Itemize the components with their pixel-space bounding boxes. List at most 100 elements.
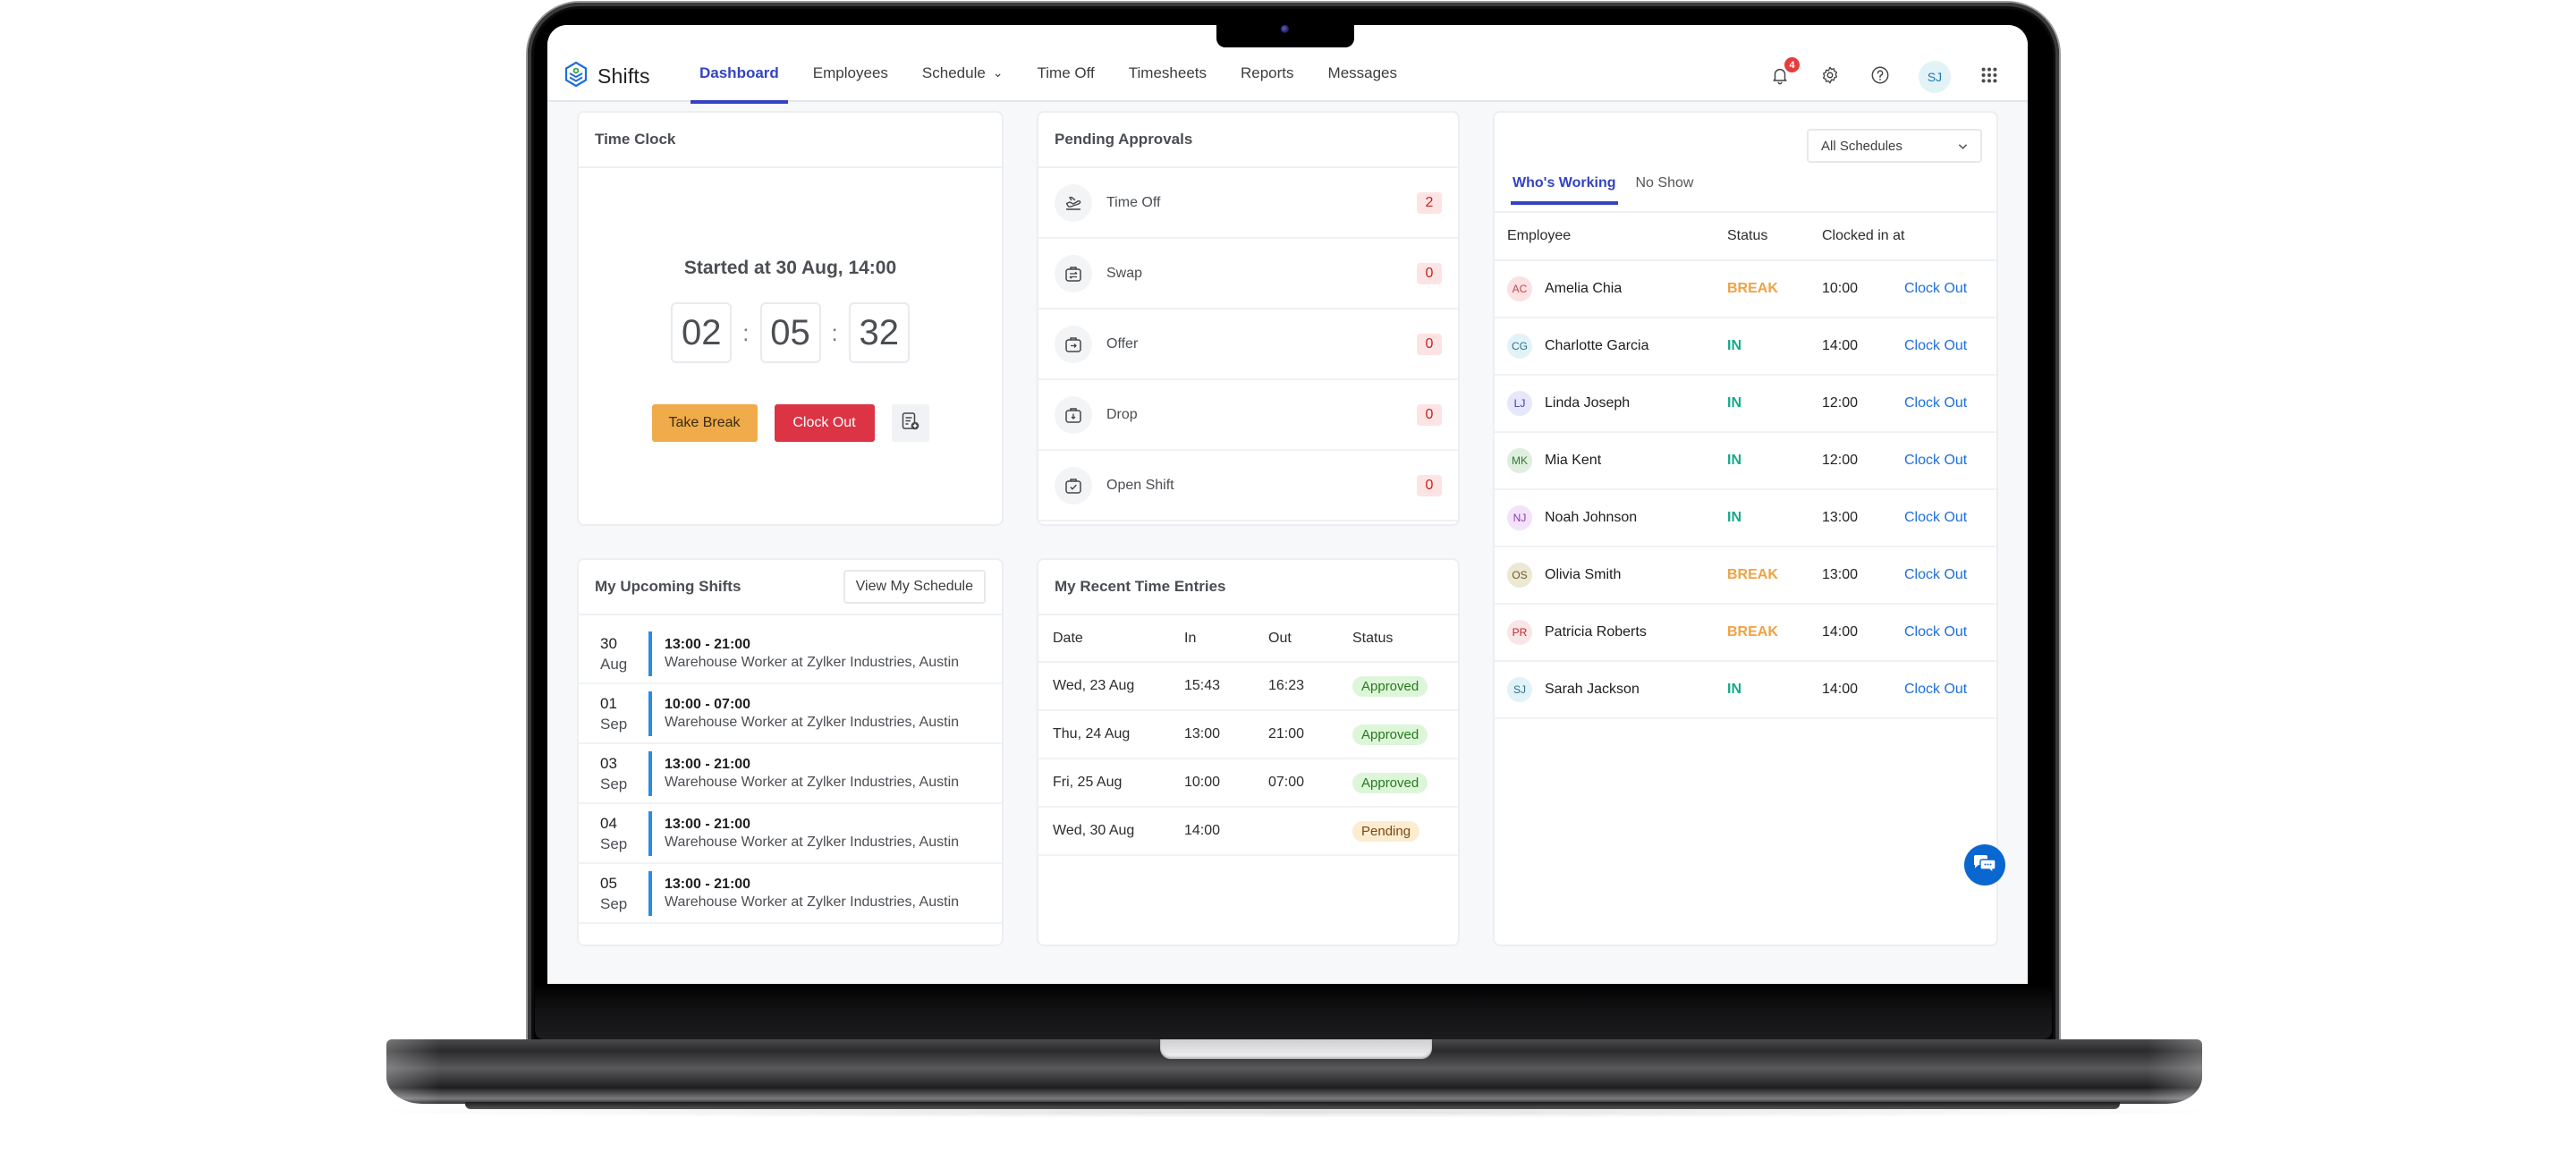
approval-item-drop[interactable]: Drop 0	[1038, 380, 1458, 451]
entry-status-cell: Approved	[1352, 758, 1458, 808]
view-my-schedule-button[interactable]: View My Schedule	[843, 570, 986, 604]
list-item[interactable]: 04 Sep 13:00 - 21:00 Warehouse Worker at Zy…	[579, 804, 1002, 864]
table-row[interactable]: Thu, 24 Aug 13:00 21:00 Approved	[1038, 710, 1458, 759]
table-body: Wed, 23 Aug 15:43 16:23 Approved Thu, 24 Aug…	[1038, 662, 1458, 856]
shift-color-bar	[648, 870, 652, 916]
employee-name: Olivia Smith	[1545, 567, 1622, 582]
table-row[interactable]: Wed, 30 Aug 14:00 Pending	[1038, 807, 1458, 856]
approval-count-badge: 0	[1417, 262, 1442, 284]
clock-out-link[interactable]: Clock Out	[1904, 395, 1996, 411]
laptop-base	[386, 1039, 2202, 1104]
employee-name: Charlotte Garcia	[1545, 338, 1649, 353]
column-header: Status	[1352, 615, 1458, 663]
timer-seconds: 32	[848, 302, 910, 363]
tab-schedule[interactable]: Schedule ⌄	[922, 25, 1004, 102]
status-text: BREAK	[1727, 624, 1778, 640]
open-shift-icon	[1055, 466, 1092, 504]
table-row: PR Patricia Roberts BREAK 14:00 Clock Out	[1495, 605, 1996, 662]
apps-button[interactable]	[1978, 65, 2001, 89]
employee-name: Amelia Chia	[1545, 281, 1623, 296]
gear-icon	[1820, 65, 1840, 89]
tab-timesheets[interactable]: Timesheets	[1129, 25, 1207, 102]
help-button[interactable]	[1868, 65, 1892, 89]
clock-out-link[interactable]: Clock Out	[1904, 567, 1996, 583]
list-item[interactable]: 01 Sep 10:00 - 07:00 Warehouse Worker at Zy…	[579, 684, 1002, 744]
tab-label: Timesheets	[1128, 64, 1207, 81]
card-title: Time Clock	[595, 131, 676, 148]
entry-in: 15:43	[1184, 662, 1268, 711]
column-header: Clocked in at	[1822, 228, 1905, 243]
list-item[interactable]: 30 Aug 13:00 - 21:00 Warehouse Worker at Zy…	[579, 624, 1002, 684]
clock-out-link[interactable]: Clock Out	[1904, 682, 1996, 698]
card-header: Pending Approvals	[1038, 113, 1458, 168]
tab-whos-working[interactable]: Who's Working	[1511, 175, 1617, 205]
clock-out-link[interactable]: Clock Out	[1904, 281, 1996, 297]
table-row[interactable]: Fri, 25 Aug 10:00 07:00 Approved	[1038, 758, 1458, 808]
avatar: PR	[1507, 620, 1532, 645]
pending-approvals-card: Pending Approvals Time Off 2 Swap 0 Offe…	[1037, 111, 1460, 526]
settings-button[interactable]	[1818, 65, 1842, 89]
nav-actions: 4 SJ	[1768, 57, 2001, 93]
table-row[interactable]: Wed, 23 Aug 15:43 16:23 Approved	[1038, 662, 1458, 711]
drop-icon	[1055, 395, 1092, 434]
shift-day: 04	[600, 814, 617, 832]
user-avatar[interactable]: SJ	[1919, 61, 1951, 93]
status-text: BREAK	[1727, 567, 1778, 582]
column-header: In	[1184, 615, 1268, 663]
table-row: MK Mia Kent IN 12:00 Clock Out	[1495, 433, 1996, 490]
add-note-button[interactable]	[891, 404, 929, 442]
status-text: IN	[1727, 395, 1741, 411]
clock-out-button[interactable]: Clock Out	[774, 404, 875, 442]
approval-item-open-shift[interactable]: Open Shift 0	[1038, 451, 1458, 521]
shift-day: 03	[600, 754, 617, 772]
approval-item-time-off[interactable]: Time Off 2	[1038, 168, 1458, 239]
table-header: Date In Out Status	[1038, 615, 1458, 663]
clocked-in-time: 12:00	[1822, 453, 1859, 468]
app-logo[interactable]: Shifts	[564, 61, 650, 92]
clock-out-link[interactable]: Clock Out	[1904, 510, 1996, 526]
shift-day: 01	[600, 694, 617, 712]
tab-label: Schedule	[921, 64, 986, 81]
elapsed-timer: 02 : 05 : 32	[579, 302, 1002, 363]
take-break-button[interactable]: Take Break	[651, 404, 758, 442]
shift-day: 30	[600, 634, 617, 652]
approval-item-offer[interactable]: Offer 0	[1038, 309, 1458, 380]
clock-out-link[interactable]: Clock Out	[1904, 453, 1996, 469]
shift-day: 05	[600, 874, 617, 892]
status-badge: Approved	[1352, 772, 1428, 793]
card-header: My Recent Time Entries	[1038, 560, 1458, 615]
column-header: Status	[1727, 228, 1768, 243]
note-add-icon	[900, 411, 921, 436]
chevron-down-icon	[1958, 139, 1968, 154]
notifications-button[interactable]: 4	[1768, 57, 1800, 89]
shift-color-bar	[648, 691, 652, 736]
tab-no-show[interactable]: No Show	[1636, 175, 1694, 204]
shift-date: 05 Sep	[600, 873, 648, 914]
tab-time-off[interactable]: Time Off	[1038, 25, 1095, 102]
clock-out-link[interactable]: Clock Out	[1904, 624, 1996, 640]
approval-item-swap[interactable]: Swap 0	[1038, 239, 1458, 309]
approval-count-badge: 2	[1417, 191, 1442, 214]
entry-date: Wed, 23 Aug	[1038, 662, 1184, 711]
time-entries-table: Date In Out Status Wed, 23 Aug 15:43 16:23…	[1038, 615, 1458, 856]
employee-cell: LJ Linda Joseph	[1495, 391, 1727, 416]
clock-out-link[interactable]: Clock Out	[1904, 338, 1996, 354]
shift-details: 13:00 - 21:00 Warehouse Worker at Zylker …	[665, 756, 959, 792]
list-item[interactable]: 03 Sep 13:00 - 21:00 Warehouse Worker at Zy…	[579, 744, 1002, 804]
recent-time-entries-card: My Recent Time Entries Date In Out Statu…	[1037, 558, 1460, 946]
schedule-filter-select[interactable]: All Schedules	[1807, 129, 1982, 163]
status-text: IN	[1727, 510, 1741, 525]
tab-dashboard[interactable]: Dashboard	[691, 25, 788, 104]
notification-count-badge: 4	[1784, 57, 1800, 72]
timer-minutes: 05	[759, 302, 821, 363]
tab-employees[interactable]: Employees	[813, 25, 888, 102]
card-title: Pending Approvals	[1055, 131, 1193, 148]
tab-label: Reports	[1241, 64, 1294, 81]
status-badge: Approved	[1352, 675, 1428, 697]
status-text: IN	[1727, 338, 1741, 353]
entry-status-cell: Pending	[1352, 807, 1458, 856]
list-item[interactable]: 05 Sep 13:00 - 21:00 Warehouse Worker at Zy…	[579, 864, 1002, 924]
card-title: My Upcoming Shifts	[595, 578, 741, 595]
chat-button[interactable]	[1964, 844, 2005, 886]
